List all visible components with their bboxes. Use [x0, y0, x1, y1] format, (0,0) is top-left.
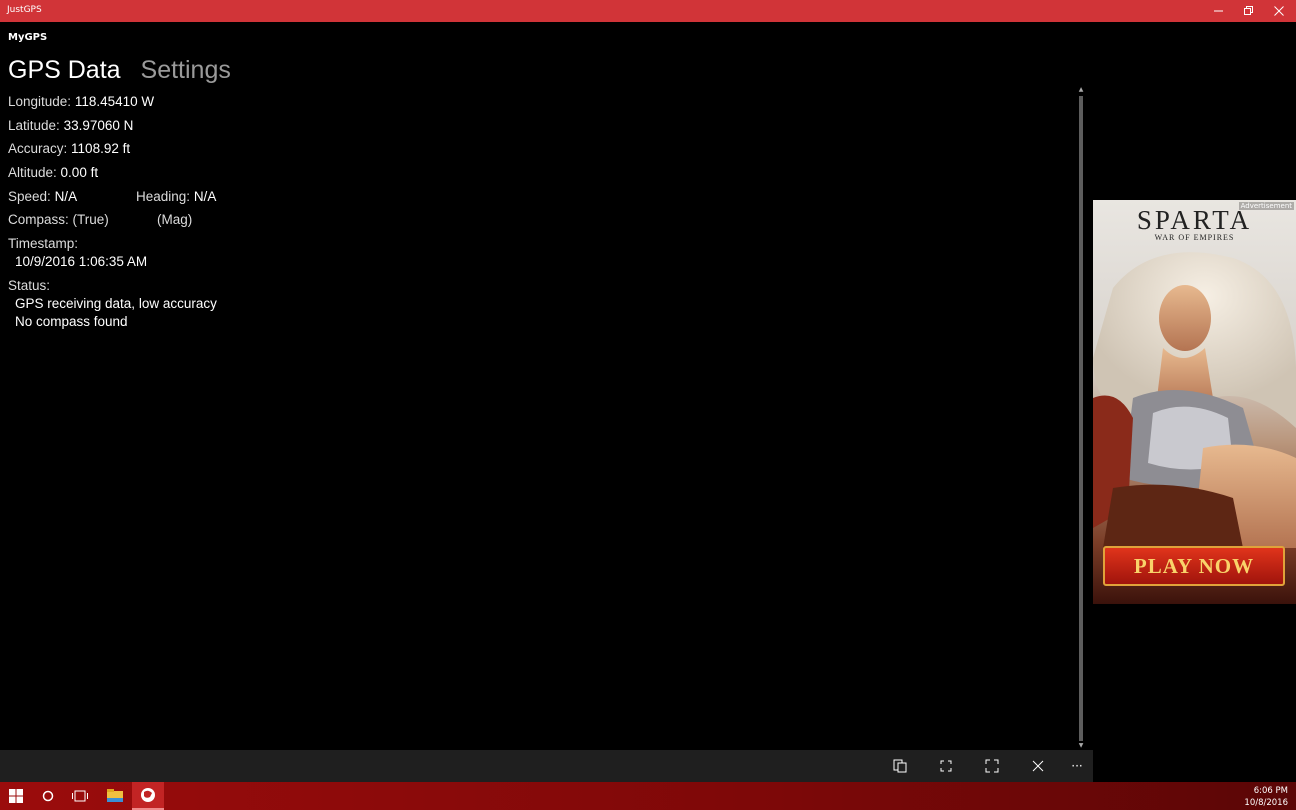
system-clock[interactable]: 6:06 PM 10/8/2016: [1244, 785, 1288, 809]
restore-button[interactable]: [1232, 0, 1266, 22]
longitude-value: 118.45410 W: [74, 94, 155, 109]
ad-title: SPARTA: [1136, 205, 1253, 235]
app-command-bar: ···: [0, 750, 1093, 782]
window-title-bar: JustGPS: [0, 0, 1296, 22]
scrollbar-thumb[interactable]: [1079, 96, 1083, 741]
scroll-down-icon[interactable]: ▼: [1077, 742, 1085, 750]
close-icon: [1274, 6, 1284, 16]
vertical-scrollbar[interactable]: ▲ ▼: [1077, 86, 1085, 750]
windows-logo-icon: [9, 789, 23, 803]
status-line-2: No compass found: [15, 314, 128, 329]
ad-subtitle: WAR OF EMPIRES: [1154, 233, 1235, 242]
tab-settings[interactable]: Settings: [141, 56, 231, 84]
status-label-text: Status:: [8, 278, 51, 293]
heading-label: Heading:: [136, 189, 191, 204]
latitude-row: Latitude: 33.97060 N: [8, 118, 133, 133]
minimize-button[interactable]: [1202, 0, 1236, 22]
longitude-row: Longitude: 118.45410 W: [8, 94, 154, 109]
task-view-button[interactable]: [64, 782, 96, 810]
restore-icon: [1244, 6, 1253, 15]
task-view-icon: [72, 790, 88, 802]
timestamp-label: Timestamp:: [8, 236, 78, 251]
compass-row: Compass: (True): [8, 212, 109, 227]
longitude-label: Longitude:: [8, 94, 72, 109]
close-button[interactable]: [1023, 750, 1053, 782]
clock-date: 10/8/2016: [1244, 798, 1288, 808]
latitude-value: 33.97060 N: [63, 118, 134, 133]
fullscreen-icon: [985, 759, 999, 773]
fullscreen-button[interactable]: [977, 750, 1007, 782]
start-button[interactable]: [0, 782, 32, 810]
taskbar-justgps-app[interactable]: [132, 782, 164, 810]
justgps-globe-icon: [141, 788, 155, 802]
cortana-button[interactable]: [32, 782, 64, 810]
window-title: JustGPS: [7, 5, 42, 15]
status-line-1: GPS receiving data, low accuracy: [15, 296, 217, 311]
file-explorer-folder-icon: [107, 789, 123, 802]
taskbar-file-explorer[interactable]: [99, 782, 131, 810]
speed-value: N/A: [54, 189, 78, 204]
compass-true: (True): [72, 212, 109, 227]
accuracy-label: Accuracy:: [8, 141, 68, 156]
copy-icon: [893, 759, 907, 773]
latitude-label: Latitude:: [8, 118, 60, 133]
compass-mag-label: (Mag): [157, 212, 193, 227]
compass-label: Compass:: [8, 212, 69, 227]
more-button[interactable]: ···: [1062, 750, 1092, 782]
altitude-label: Altitude:: [8, 165, 57, 180]
pivot-tabs: GPS Data Settings: [8, 56, 244, 85]
minimize-icon: [1214, 10, 1223, 12]
altitude-value: 0.00 ft: [60, 165, 99, 180]
compact-overlay-icon: [940, 760, 952, 772]
scroll-up-icon[interactable]: ▲: [1077, 86, 1085, 94]
altitude-row: Altitude: 0.00 ft: [8, 165, 98, 180]
play-now-button[interactable]: PLAY NOW: [1103, 546, 1285, 586]
more-icon: ···: [1071, 759, 1083, 773]
copy-button[interactable]: [885, 750, 915, 782]
accuracy-value: 1108.92 ft: [71, 141, 131, 156]
status-label: Status:: [8, 278, 50, 293]
windows-taskbar: 6:06 PM 10/8/2016: [0, 782, 1296, 810]
compact-overlay-button[interactable]: [931, 750, 961, 782]
app-header: MyGPS: [8, 32, 48, 43]
cortana-circle-icon: [42, 790, 54, 802]
timestamp-value: 10/9/2016 1:06:35 AM: [15, 254, 148, 269]
accuracy-row: Accuracy: 1108.92 ft: [8, 141, 130, 156]
tab-gps-data[interactable]: GPS Data: [8, 56, 121, 84]
compass-mag: (Mag): [157, 212, 192, 227]
close-icon: [1032, 760, 1044, 772]
advertisement-banner[interactable]: Advertisement SPARTA WAR OF EMPIRES PLAY…: [1093, 200, 1296, 604]
close-window-button[interactable]: [1262, 0, 1296, 22]
speed-row: Speed: N/A: [8, 189, 77, 204]
heading-row: Heading: N/A: [136, 189, 216, 204]
ad-hero-image: [1093, 252, 1296, 548]
clock-time: 6:06 PM: [1253, 786, 1288, 796]
heading-value: N/A: [193, 189, 217, 204]
timestamp-label-text: Timestamp:: [8, 236, 79, 251]
speed-label: Speed:: [8, 189, 51, 204]
